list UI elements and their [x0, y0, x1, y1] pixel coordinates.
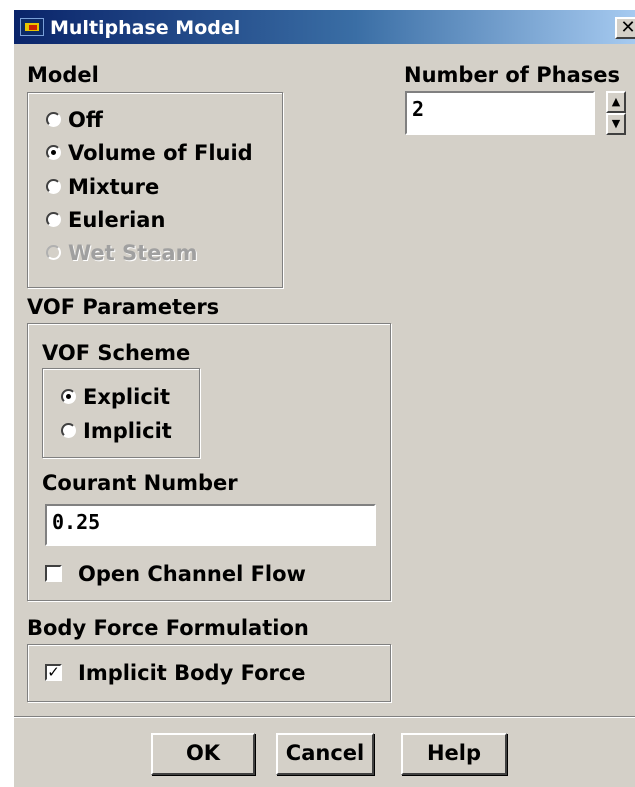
- vof-scheme-option-label: Implicit: [83, 419, 172, 443]
- window-title: Multiphase Model: [50, 17, 241, 39]
- app-icon: [20, 18, 44, 36]
- model-option-label: Mixture: [68, 175, 160, 199]
- radio-off[interactable]: [46, 112, 61, 127]
- courant-number-label: Courant Number: [42, 471, 238, 495]
- arrow-up-icon: ▲: [611, 95, 621, 108]
- separator: [14, 716, 635, 718]
- model-option-label: Eulerian: [68, 208, 166, 232]
- model-label: Model: [27, 63, 99, 87]
- vof-parameters-label: VOF Parameters: [27, 295, 220, 319]
- multiphase-model-dialog: Multiphase Model ✕ Model Off Volume of F…: [14, 10, 635, 787]
- cancel-button[interactable]: Cancel: [276, 733, 374, 775]
- body-force-formulation-label: Body Force Formulation: [27, 616, 309, 640]
- model-option-label: Off: [68, 108, 103, 132]
- model-group: Off Volume of Fluid Mixture Eulerian Wet…: [27, 92, 283, 288]
- checkmark-icon: ✓: [47, 663, 60, 681]
- radio-eulerian[interactable]: [46, 212, 61, 227]
- radio-volume-of-fluid[interactable]: [46, 145, 61, 160]
- vof-scheme-group: Explicit Implicit: [42, 368, 200, 458]
- vof-parameters-group: VOF Scheme Explicit Implicit Courant Num…: [27, 323, 391, 601]
- number-of-phases-label: Number of Phases: [404, 63, 620, 87]
- model-option-label: Volume of Fluid: [68, 141, 253, 165]
- open-channel-flow-checkbox[interactable]: [45, 565, 62, 582]
- title-bar[interactable]: Multiphase Model ✕: [14, 10, 635, 44]
- implicit-body-force-label: Implicit Body Force: [78, 661, 306, 685]
- radio-implicit[interactable]: [61, 423, 76, 438]
- radio-explicit[interactable]: [61, 389, 76, 404]
- body-force-group: ✓ Implicit Body Force: [27, 644, 391, 702]
- arrow-down-icon: ▼: [611, 117, 621, 130]
- implicit-body-force-checkbox[interactable]: ✓: [45, 664, 62, 681]
- radio-mixture[interactable]: [46, 179, 61, 194]
- close-button[interactable]: ✕: [615, 17, 635, 39]
- number-of-phases-spinner: ▲ ▼: [606, 91, 626, 135]
- model-option-label: Wet Steam: [68, 241, 198, 265]
- help-button[interactable]: Help: [401, 733, 507, 775]
- ok-button[interactable]: OK: [151, 733, 255, 775]
- radio-wet-steam: [46, 245, 61, 260]
- spinner-down-button[interactable]: ▼: [606, 113, 626, 135]
- spinner-up-button[interactable]: ▲: [606, 91, 626, 113]
- close-icon: ✕: [620, 17, 635, 38]
- vof-scheme-label: VOF Scheme: [42, 341, 191, 365]
- vof-scheme-option-label: Explicit: [83, 385, 171, 409]
- number-of-phases-input[interactable]: 2: [405, 91, 595, 135]
- courant-number-input[interactable]: 0.25: [45, 504, 376, 546]
- open-channel-flow-label: Open Channel Flow: [78, 562, 306, 586]
